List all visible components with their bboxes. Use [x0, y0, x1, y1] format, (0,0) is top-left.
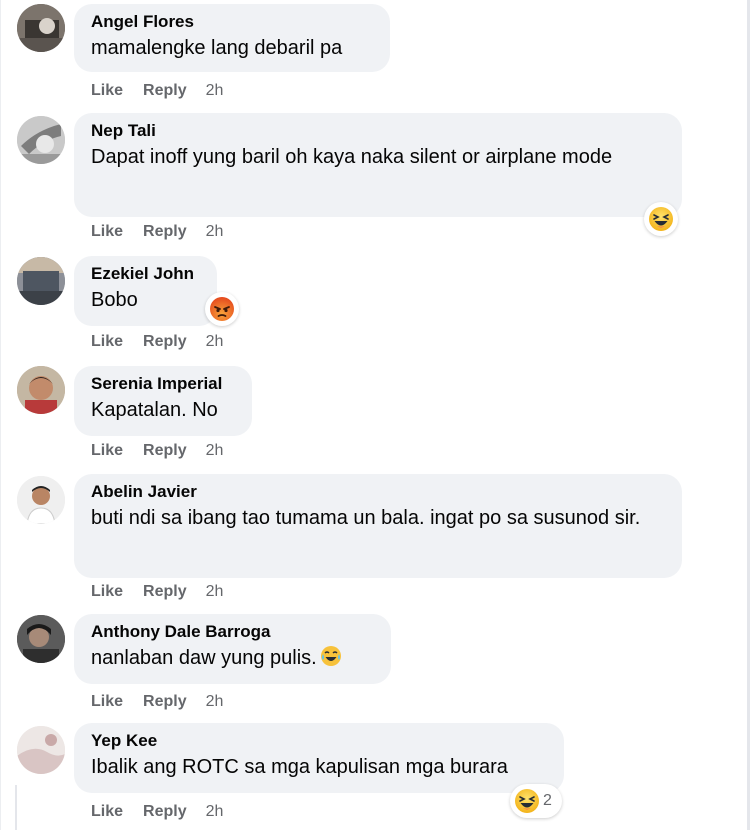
timestamp[interactable]: 2h [206, 803, 224, 821]
timestamp[interactable]: 2h [206, 223, 224, 241]
comment-author[interactable]: Anthony Dale Barroga [91, 621, 374, 643]
comment-text: Dapat inoff yung baril oh kaya naka sile… [91, 146, 613, 168]
like-button[interactable]: Like [91, 223, 123, 241]
reaction-count: 2 [543, 792, 552, 809]
like-button[interactable]: Like [91, 583, 123, 601]
like-button[interactable]: Like [91, 693, 123, 711]
comment-text: Kapatalan. No [91, 399, 218, 421]
like-button[interactable]: Like [91, 803, 123, 821]
reply-button[interactable]: Reply [143, 223, 187, 241]
angry-react-icon [209, 296, 235, 322]
avatar[interactable] [17, 615, 65, 663]
comment-author[interactable]: Serenia Imperial [91, 373, 235, 395]
comment-author[interactable]: Yep Kee [91, 730, 547, 752]
reaction-badge[interactable]: 2 [510, 784, 562, 818]
reply-button[interactable]: Reply [143, 583, 187, 601]
avatar[interactable] [17, 366, 65, 414]
laughing-crying-emoji-icon [320, 645, 342, 667]
comment-text: buti ndi sa ibang tao tumama un bala. in… [91, 507, 641, 529]
timestamp[interactable]: 2h [206, 333, 224, 351]
avatar[interactable] [17, 257, 65, 305]
like-button[interactable]: Like [91, 82, 123, 100]
reply-button[interactable]: Reply [143, 333, 187, 351]
avatar[interactable] [17, 476, 65, 524]
timestamp[interactable]: 2h [206, 442, 224, 460]
reply-thread-line [15, 785, 17, 830]
comment-bubble: Yep Kee Ibalik ang ROTC sa mga kapulisan… [74, 723, 564, 793]
timestamp[interactable]: 2h [206, 693, 224, 711]
comment-text: Bobo [91, 289, 138, 311]
comment-actions: Like Reply 2h [91, 693, 223, 711]
reply-button[interactable]: Reply [143, 442, 187, 460]
avatar[interactable] [17, 116, 65, 164]
reaction-badge[interactable] [205, 292, 239, 326]
like-button[interactable]: Like [91, 333, 123, 351]
haha-react-icon [514, 788, 540, 814]
comment-author[interactable]: Angel Flores [91, 11, 373, 33]
comment-text-content: nanlaban daw yung pulis. [91, 647, 317, 669]
haha-react-icon [648, 206, 674, 232]
comment-bubble: Serenia Imperial Kapatalan. No [74, 366, 252, 436]
comment-actions: Like Reply 2h [91, 583, 223, 601]
comment-bubble: Ezekiel John Bobo [74, 256, 217, 326]
reply-button[interactable]: Reply [143, 693, 187, 711]
comment-actions: Like Reply 2h [91, 223, 223, 241]
comment-author[interactable]: Nep Tali [91, 120, 665, 142]
left-border [0, 0, 1, 830]
comment-actions: Like Reply 2h [91, 442, 223, 460]
comment-author[interactable]: Ezekiel John [91, 263, 200, 285]
comment-actions: Like Reply 2h [91, 333, 223, 351]
like-button[interactable]: Like [91, 442, 123, 460]
comment-bubble: Anthony Dale Barroga nanlaban daw yung p… [74, 614, 391, 684]
reaction-badge[interactable] [644, 202, 678, 236]
comment-bubble: Nep Tali Dapat inoff yung baril oh kaya … [74, 113, 682, 217]
comment-bubble: Abelin Javier buti ndi sa ibang tao tuma… [74, 474, 682, 578]
comment-text: Ibalik ang ROTC sa mga kapulisan mga bur… [91, 756, 508, 778]
timestamp[interactable]: 2h [206, 583, 224, 601]
comment-text: mamalengke lang debaril pa [91, 37, 343, 59]
comment-actions: Like Reply 2h [91, 803, 223, 821]
avatar[interactable] [17, 4, 65, 52]
reply-button[interactable]: Reply [143, 803, 187, 821]
avatar[interactable] [17, 726, 65, 774]
comment-actions: Like Reply 2h [91, 82, 223, 100]
reply-button[interactable]: Reply [143, 82, 187, 100]
comment-bubble: Angel Flores mamalengke lang debaril pa [74, 4, 390, 72]
timestamp[interactable]: 2h [206, 82, 224, 100]
comment-author[interactable]: Abelin Javier [91, 481, 665, 503]
comment-text: nanlaban daw yung pulis. [91, 643, 374, 673]
